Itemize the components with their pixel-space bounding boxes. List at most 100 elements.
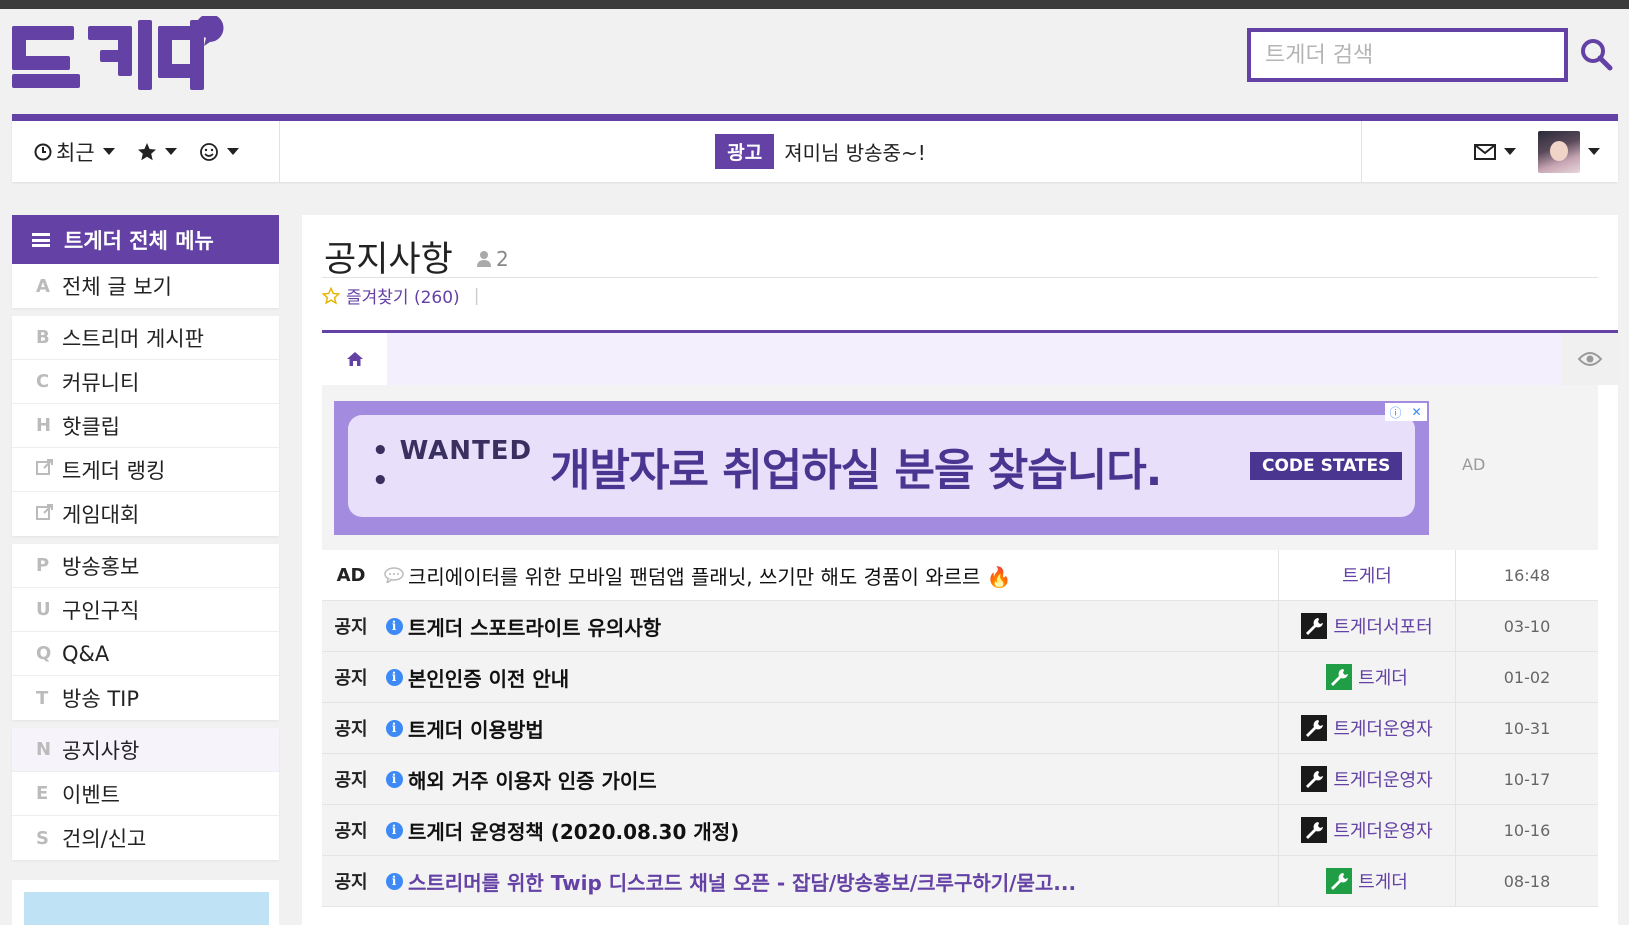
wrench-badge-icon [1301, 766, 1328, 792]
post-type: AD [336, 564, 366, 586]
post-time: 03-10 [1503, 616, 1551, 636]
table-row[interactable]: AD 크리에이터를 위한 모바일 팬덤앱 플래닛, 쓰기만 해도 경품이 와르르… [322, 550, 1598, 601]
envelope-icon [1474, 143, 1496, 160]
sidebar-item-qna[interactable]: Q Q&A [12, 632, 279, 676]
wrench-badge-icon [1326, 868, 1353, 894]
ad-banner[interactable]: • WANTED • 개발자로 취업하실 분을 찾습니다. CODE STATE… [334, 401, 1429, 535]
table-row[interactable]: 공지 i 해외 거주 이용자 인증 가이드 트게더운영자 10-17 [322, 754, 1598, 805]
top-navbar: 최근 광고 져미님 방송중~! [12, 114, 1618, 182]
sidebar-item-label: 트게더 랭킹 [62, 458, 166, 483]
table-row[interactable]: 공지 i 트게더 스포트라이트 유의사항 트게더서포터 03-10 [322, 601, 1598, 652]
post-author[interactable]: 트게더운영자 [1278, 754, 1456, 804]
post-author-name: 트게더서포터 [1333, 617, 1433, 638]
search-input[interactable] [1251, 32, 1564, 78]
external-link-icon [36, 458, 62, 481]
emoji-dropdown[interactable] [199, 142, 239, 162]
chevron-down-icon [164, 148, 177, 155]
post-type: 공지 [334, 719, 368, 740]
chevron-down-icon [1588, 148, 1600, 155]
sidebar-item-notice[interactable]: N 공지사항 [12, 728, 279, 772]
avatar[interactable] [1538, 130, 1580, 173]
ad-controls: ⓘ ✕ [1385, 403, 1427, 421]
post-time: 16:48 [1503, 565, 1551, 585]
sidebar-item-streamer-board[interactable]: B 스트리머 게시판 [12, 316, 279, 360]
table-row[interactable]: 공지 i 스트리머를 위한 Twip 디스코드 채널 오픈 - 잡담/방송홍보/… [322, 856, 1598, 907]
chevron-down-icon [226, 148, 239, 155]
post-author[interactable]: 트게더 [1278, 550, 1456, 600]
post-author[interactable]: 트게더서포터 [1278, 601, 1456, 651]
post-title[interactable]: 트게더 운영정책 (2020.08.30 개정) [408, 816, 1276, 845]
nav-right-group [1362, 121, 1618, 182]
post-author[interactable]: 트게더운영자 [1278, 703, 1456, 753]
chevron-down-icon [102, 148, 115, 155]
close-icon[interactable]: ✕ [1406, 403, 1427, 421]
tgd-logo[interactable] [12, 16, 224, 94]
post-title[interactable]: 트게더 스포트라이트 유의사항 [408, 612, 1276, 641]
external-link-icon [36, 503, 62, 526]
post-title[interactable]: 본인인증 이전 안내 [408, 663, 1276, 692]
sidebar-item-label: Q&A [62, 641, 110, 666]
sidebar-item-report[interactable]: S 건의/신고 [12, 816, 279, 860]
ad-badge: 광고 [715, 134, 775, 169]
user-icon [477, 251, 491, 267]
sidebar-item-hot-clip[interactable]: H 핫클립 [12, 404, 279, 448]
smile-icon [199, 142, 218, 161]
sidebar-item-community[interactable]: C 커뮤니티 [12, 360, 279, 404]
wrench-badge-icon [1301, 613, 1328, 639]
post-time: 10-16 [1503, 820, 1551, 840]
sidebar-item-ranking[interactable]: 트게더 랭킹 [12, 448, 279, 492]
post-list: AD 크리에이터를 위한 모바일 팬덤앱 플래닛, 쓰기만 해도 경품이 와르르… [322, 550, 1598, 907]
sidebar-ad-image[interactable] [24, 892, 269, 925]
all-menu-button[interactable]: 트게더 전체 메뉴 [12, 215, 279, 264]
post-type: 공지 [334, 770, 368, 791]
post-author[interactable]: 트게더 [1278, 856, 1456, 906]
ad-banner-inner: • WANTED • 개발자로 취업하실 분을 찾습니다. CODE STATE… [348, 415, 1415, 517]
ad-info-icon[interactable]: ⓘ [1385, 403, 1406, 421]
sidebar-group: A 전체 글 보기 [12, 264, 279, 308]
favorite-button[interactable]: 즐겨찾기 (260) | [322, 283, 479, 308]
sidebar-item-promotion[interactable]: P 방송홍보 [12, 544, 279, 588]
info-icon: i [385, 719, 403, 737]
sidebar-item-letter: A [36, 275, 50, 297]
post-title[interactable]: 트게더 이용방법 [408, 714, 1276, 743]
sidebar-item-letter: Q [36, 643, 52, 664]
table-row[interactable]: 공지 i 본인인증 이전 안내 트게더 01-02 [322, 652, 1598, 703]
post-time: 01-02 [1503, 667, 1551, 687]
profile-dropdown[interactable] [1538, 130, 1600, 173]
favorites-dropdown[interactable] [137, 142, 177, 162]
sidebar-item-label: 핫클립 [62, 414, 120, 439]
clock-icon [34, 143, 52, 160]
live-text[interactable]: 져미님 방송중~! [784, 137, 926, 166]
chevron-down-icon [1504, 148, 1516, 155]
post-author-name: 트게더운영자 [1333, 770, 1433, 791]
home-tab[interactable] [322, 333, 387, 385]
sidebar-item-tournament[interactable]: 게임대회 [12, 492, 279, 536]
post-author-name: 트게더운영자 [1333, 719, 1433, 740]
post-title[interactable]: 스트리머를 위한 Twip 디스코드 채널 오픈 - 잡담/방송홍보/크루구하기… [408, 867, 1276, 896]
sidebar-item-events[interactable]: E 이벤트 [12, 772, 279, 816]
post-title[interactable]: 크리에이터를 위한 모바일 팬덤앱 플래닛, 쓰기만 해도 경품이 와르르 🔥 [408, 561, 1276, 590]
post-title[interactable]: 해외 거주 이용자 인증 가이드 [408, 765, 1276, 794]
search-icon[interactable] [1578, 36, 1614, 72]
table-row[interactable]: 공지 i 트게더 운영정책 (2020.08.30 개정) 트게더운영자 10-… [322, 805, 1598, 856]
ad-label: AD [1462, 455, 1486, 474]
view-toggle[interactable] [1562, 333, 1618, 385]
ad-headline: 개발자로 취업하실 분을 찾습니다. [550, 445, 1162, 496]
sidebar-item-tips[interactable]: T 방송 TIP [12, 676, 279, 720]
info-icon: i [385, 668, 403, 686]
messages-dropdown[interactable] [1474, 143, 1516, 160]
sidebar-item-label: 게임대회 [62, 503, 140, 527]
sidebar-item-all-posts[interactable]: A 전체 글 보기 [12, 264, 279, 308]
post-author[interactable]: 트게더운영자 [1278, 805, 1456, 855]
live-announcement[interactable]: 광고 져미님 방송중~! [280, 121, 1362, 182]
sidebar-item-jobs[interactable]: U 구인구직 [12, 588, 279, 632]
table-row[interactable]: 공지 i 트게더 이용방법 트게더운영자 10-31 [322, 703, 1598, 754]
recent-dropdown[interactable]: 최근 [34, 137, 115, 167]
page-title: 공지사항 [324, 240, 453, 280]
post-time: 10-17 [1503, 769, 1551, 789]
sidebar-ad[interactable] [12, 880, 279, 925]
post-author[interactable]: 트게더 [1278, 652, 1456, 702]
post-author-name: 트게더 [1358, 668, 1408, 689]
sidebar-group: N 공지사항 E 이벤트 S 건의/신고 [12, 728, 279, 860]
category-tab-bar [322, 330, 1618, 385]
